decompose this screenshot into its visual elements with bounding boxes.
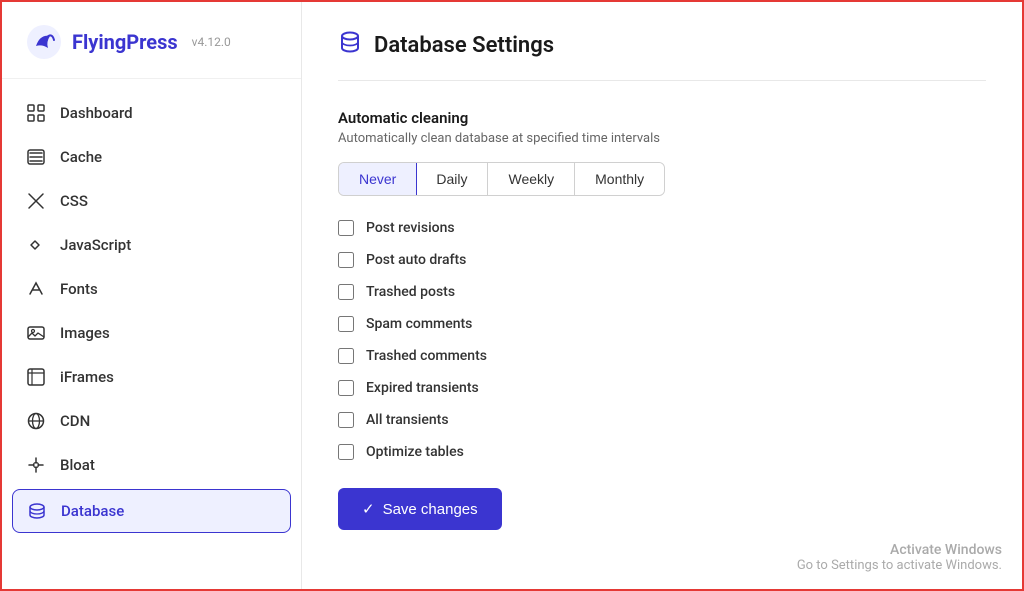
sidebar-item-iframes[interactable]: iFrames <box>2 355 301 399</box>
page-header-icon <box>338 30 362 60</box>
sidebar-item-css[interactable]: CSS <box>2 179 301 223</box>
tab-never[interactable]: Never <box>338 162 417 196</box>
sidebar-label-cache: Cache <box>60 148 102 166</box>
bloat-icon <box>26 455 46 475</box>
sidebar-label-cdn: CDN <box>60 412 90 430</box>
checkbox-post-revisions[interactable] <box>338 220 354 236</box>
checkbox-item-trashed-posts[interactable]: Trashed posts <box>338 284 986 300</box>
logo: FlyingPress v4.12.0 <box>2 2 301 79</box>
fonts-icon <box>26 279 46 299</box>
checkbox-item-optimize-tables[interactable]: Optimize tables <box>338 444 986 460</box>
cleaning-interval-tabs: Never Daily Weekly Monthly <box>338 162 665 196</box>
checkbox-post-auto-drafts[interactable] <box>338 252 354 268</box>
checkbox-all-transients[interactable] <box>338 412 354 428</box>
checkbox-item-post-revisions[interactable]: Post revisions <box>338 220 986 236</box>
sidebar-label-css: CSS <box>60 192 88 210</box>
images-icon <box>26 323 46 343</box>
dashboard-icon <box>26 103 46 123</box>
checkbox-item-all-transients[interactable]: All transients <box>338 412 986 428</box>
checkbox-label-post-revisions: Post revisions <box>366 220 455 236</box>
sidebar-item-fonts[interactable]: Fonts <box>2 267 301 311</box>
cdn-icon <box>26 411 46 431</box>
checkbox-label-expired-transients: Expired transients <box>366 380 479 396</box>
sidebar-label-bloat: Bloat <box>60 456 95 474</box>
sidebar-label-javascript: JavaScript <box>60 236 131 254</box>
activate-windows-subtitle: Go to Settings to activate Windows. <box>797 558 1002 573</box>
sidebar-label-images: Images <box>60 324 110 342</box>
sidebar-item-images[interactable]: Images <box>2 311 301 355</box>
checkbox-item-spam-comments[interactable]: Spam comments <box>338 316 986 332</box>
checkbox-label-post-auto-drafts: Post auto drafts <box>366 252 466 268</box>
app-version: v4.12.0 <box>192 35 231 49</box>
sidebar-label-fonts: Fonts <box>60 280 98 298</box>
page-header: Database Settings <box>338 30 986 81</box>
tab-weekly[interactable]: Weekly <box>488 163 575 195</box>
automatic-cleaning-desc: Automatically clean database at specifie… <box>338 131 986 146</box>
sidebar-label-database: Database <box>61 502 124 520</box>
checkbox-spam-comments[interactable] <box>338 316 354 332</box>
sidebar-item-dashboard[interactable]: Dashboard <box>2 91 301 135</box>
page-title: Database Settings <box>374 33 554 58</box>
main-content: Database Settings Automatic cleaning Aut… <box>302 2 1022 558</box>
iframes-icon <box>26 367 46 387</box>
checkbox-list: Post revisions Post auto drafts Trashed … <box>338 220 986 460</box>
sidebar-item-database[interactable]: Database <box>12 489 291 533</box>
sidebar-label-dashboard: Dashboard <box>60 104 133 122</box>
sidebar-label-iframes: iFrames <box>60 368 114 386</box>
checkbox-item-expired-transients[interactable]: Expired transients <box>338 380 986 396</box>
checkmark-icon: ✓ <box>362 500 375 518</box>
automatic-cleaning-section: Automatic cleaning Automatically clean d… <box>338 109 986 530</box>
sidebar-nav: Dashboard Cache CSS JavaSc <box>2 79 301 589</box>
sidebar-item-cdn[interactable]: CDN <box>2 399 301 443</box>
javascript-icon <box>26 235 46 255</box>
checkbox-label-all-transients: All transients <box>366 412 449 428</box>
sidebar-item-javascript[interactable]: JavaScript <box>2 223 301 267</box>
checkbox-item-trashed-comments[interactable]: Trashed comments <box>338 348 986 364</box>
save-changes-button[interactable]: ✓ Save changes <box>338 488 502 530</box>
database-icon <box>27 501 47 521</box>
save-changes-label: Save changes <box>383 501 478 518</box>
tab-monthly[interactable]: Monthly <box>575 163 664 195</box>
automatic-cleaning-title: Automatic cleaning <box>338 109 986 127</box>
checkbox-label-spam-comments: Spam comments <box>366 316 472 332</box>
app-name: FlyingPress <box>72 30 178 54</box>
checkbox-label-trashed-posts: Trashed posts <box>366 284 455 300</box>
cache-icon <box>26 147 46 167</box>
sidebar: FlyingPress v4.12.0 Dashboard Cache <box>2 2 302 589</box>
checkbox-item-post-auto-drafts[interactable]: Post auto drafts <box>338 252 986 268</box>
checkbox-trashed-comments[interactable] <box>338 348 354 364</box>
sidebar-item-bloat[interactable]: Bloat <box>2 443 301 487</box>
checkbox-expired-transients[interactable] <box>338 380 354 396</box>
checkbox-optimize-tables[interactable] <box>338 444 354 460</box>
tab-daily[interactable]: Daily <box>416 163 488 195</box>
main-wrapper: Database Settings Automatic cleaning Aut… <box>302 2 1022 589</box>
flyingpress-logo-icon <box>26 24 62 60</box>
checkbox-trashed-posts[interactable] <box>338 284 354 300</box>
sidebar-item-cache[interactable]: Cache <box>2 135 301 179</box>
checkbox-label-trashed-comments: Trashed comments <box>366 348 487 364</box>
checkbox-label-optimize-tables: Optimize tables <box>366 444 464 460</box>
css-icon <box>26 191 46 211</box>
